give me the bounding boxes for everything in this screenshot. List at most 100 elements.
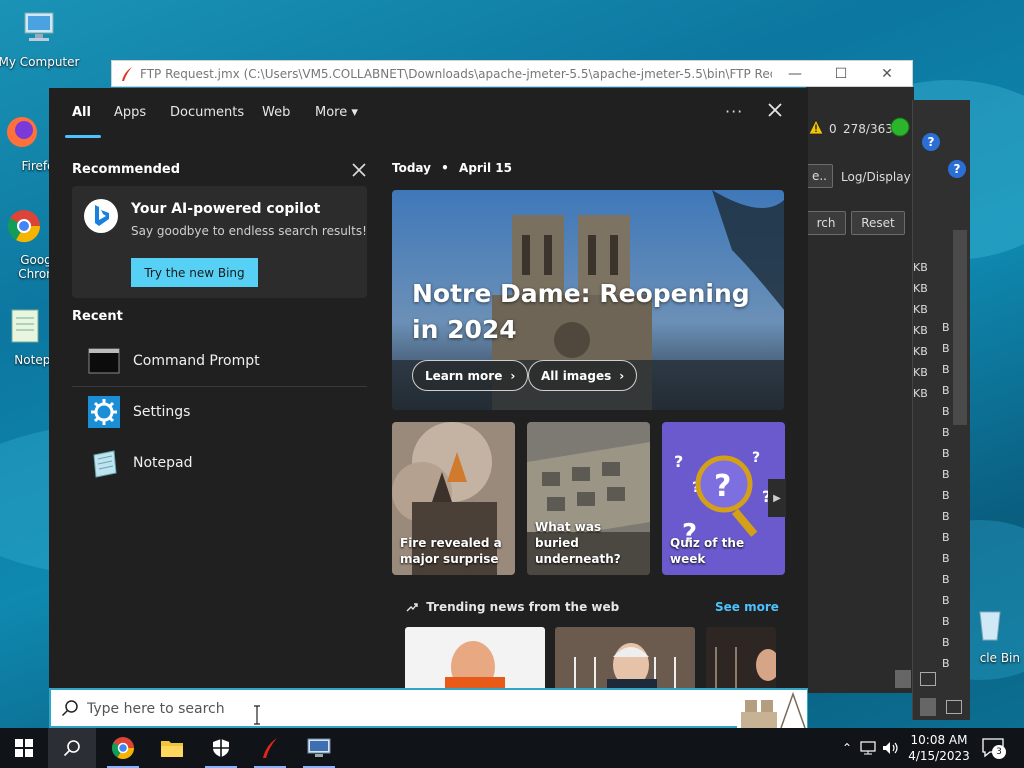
start-button[interactable] (0, 728, 48, 768)
gear-icon (88, 396, 120, 428)
clock-date: 4/15/2023 (908, 749, 970, 763)
size-unit: B (942, 426, 950, 439)
news-card-fire[interactable]: Fire revealed a major surprise (392, 422, 515, 575)
size-unit: B (942, 447, 950, 460)
taskbar-remote-desktop[interactable] (295, 728, 343, 768)
recent-item-settings[interactable]: Settings (72, 387, 367, 437)
chrome-icon (112, 737, 134, 759)
taskbar-file-explorer[interactable] (148, 728, 196, 768)
size-unit: KB (913, 303, 928, 316)
recent-heading: Recent (72, 309, 123, 324)
minimize-icon[interactable]: — (772, 66, 818, 82)
search-icon (61, 700, 78, 717)
news-photo (405, 627, 545, 688)
size-unit: B (942, 468, 950, 481)
dismiss-icon[interactable] (352, 163, 366, 177)
close-icon[interactable]: ✕ (864, 66, 910, 82)
size-unit: B (942, 405, 950, 418)
taskbar-security[interactable] (197, 728, 245, 768)
trending-thumbnail[interactable] (706, 627, 776, 688)
panel-toggle-icon[interactable] (895, 670, 911, 688)
tab-more[interactable]: More ▾ (315, 105, 358, 120)
tab-web[interactable]: Web (262, 105, 290, 120)
close-icon[interactable] (765, 100, 785, 120)
notre-dame-illustration (737, 690, 807, 728)
news-card-caption: What was buried underneath? (535, 520, 621, 566)
size-unit: B (942, 552, 950, 565)
desktop-icon-my-computer[interactable]: My Computer (0, 8, 81, 69)
tab-all[interactable]: All (72, 105, 91, 120)
search-panel: All Apps Documents Web More ▾ ··· Recomm… (49, 88, 808, 688)
system-tray: ⌃ (838, 728, 900, 768)
size-unit: B (942, 489, 950, 502)
search-button[interactable]: rch (806, 211, 846, 235)
volume-icon[interactable] (882, 741, 900, 755)
chevron-right-icon: › (510, 368, 516, 383)
trending-label: Trending news from the web (426, 600, 620, 614)
maximize-icon[interactable]: ☐ (818, 66, 864, 82)
recent-item-notepad[interactable]: Notepad (72, 438, 367, 488)
search-icon (63, 740, 80, 757)
jmeter-partial-button[interactable]: e.. (806, 164, 833, 188)
network-icon[interactable] (860, 741, 878, 755)
active-tab-indicator (65, 135, 101, 138)
help-icon[interactable]: ? (948, 160, 966, 178)
more-options-icon[interactable]: ··· (725, 102, 743, 121)
trending-heading: Trending news from the web (406, 600, 619, 614)
caret-down-icon: ▾ (351, 105, 358, 120)
news-card-buried[interactable]: What was buried underneath? (527, 422, 650, 575)
error-count: 0 (829, 122, 837, 136)
trending-thumbnail[interactable] (555, 627, 695, 688)
news-photo (706, 627, 776, 688)
size-unit: KB (913, 345, 928, 358)
size-unit: B (942, 636, 950, 649)
taskbar-search-button[interactable] (48, 728, 96, 768)
folder-icon (161, 741, 183, 757)
taskbar-jmeter[interactable] (246, 728, 294, 768)
tab-apps[interactable]: Apps (114, 105, 146, 120)
status-indicator-icon (890, 117, 910, 137)
panel-toggle-icon[interactable] (920, 698, 936, 716)
recent-item-command-prompt[interactable]: Command Prompt (72, 336, 367, 386)
all-images-label: All images (541, 368, 612, 383)
chevron-up-icon[interactable]: ⌃ (838, 741, 856, 755)
all-images-button[interactable]: All images › (528, 360, 638, 391)
window-icon[interactable] (920, 672, 936, 686)
copilot-card[interactable]: Your AI-powered copilot Say goodbye to e… (72, 186, 367, 298)
news-card-quiz[interactable]: ?? ?? ? ? Quiz of the week (662, 422, 785, 575)
jmeter-titlebar[interactable]: FTP Request.jmx (C:\Users\VM5.COLLABNET\… (111, 60, 913, 87)
svg-text:?: ? (752, 450, 760, 466)
notification-center-button[interactable]: 3 (982, 738, 1006, 759)
learn-more-button[interactable]: Learn more › (412, 360, 529, 391)
thread-counter: 278/363 (843, 122, 893, 136)
search-input[interactable] (87, 698, 467, 720)
bullet-separator: • (441, 161, 449, 175)
size-unit: KB (913, 387, 928, 400)
taskbar-chrome[interactable] (99, 728, 147, 768)
try-bing-button[interactable]: Try the new Bing (131, 258, 258, 287)
scrollbar[interactable] (953, 230, 967, 425)
reset-button[interactable]: Reset (851, 211, 905, 235)
help-icon[interactable]: ? (922, 133, 940, 151)
carousel-next-icon[interactable]: ▶ (768, 479, 786, 517)
tab-documents[interactable]: Documents (170, 105, 244, 120)
svg-text:?: ? (674, 452, 683, 471)
today-header: Today • April 15 (392, 161, 512, 175)
window-icon[interactable] (946, 700, 962, 714)
size-unit: KB (913, 324, 928, 337)
trending-thumbnail[interactable] (405, 627, 545, 688)
notepad-icon (11, 309, 39, 343)
taskbar-search-box[interactable] (49, 688, 808, 728)
size-unit: KB (913, 282, 928, 295)
today-date: April 15 (459, 161, 512, 175)
desktop-icon-label: My Computer (0, 55, 80, 69)
clock[interactable]: 10:08 AM 4/15/2023 (906, 732, 972, 764)
recent-item-label: Settings (133, 404, 191, 420)
feather-icon (122, 67, 132, 81)
remote-desktop-icon (307, 738, 331, 757)
recycle-bin-icon (979, 611, 1001, 641)
text-cursor-icon (254, 705, 260, 725)
size-unit: B (942, 531, 950, 544)
hero-card[interactable]: Notre Dame: Reopening in 2024 Learn more… (392, 190, 784, 410)
see-more-link[interactable]: See more (715, 600, 779, 614)
